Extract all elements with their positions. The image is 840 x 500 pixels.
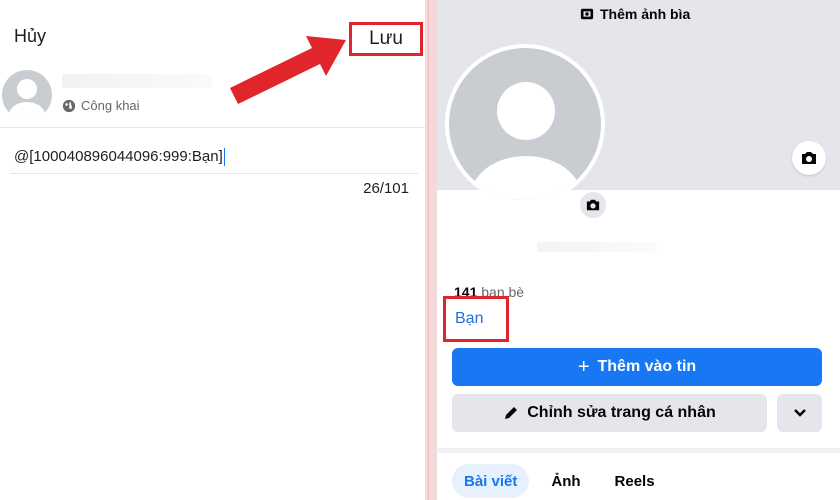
add-to-story-label: Thêm vào tin	[597, 358, 697, 375]
save-label: Lưu	[369, 28, 403, 49]
camera-icon	[802, 152, 816, 164]
add-cover-photo-label: Thêm ảnh bìa	[600, 6, 691, 22]
edit-profile-button[interactable]: Chỉnh sửa trang cá nhân	[452, 394, 767, 432]
nickname-input[interactable]: @[100040896044096:999:Bạn]	[10, 140, 418, 174]
panel-separator	[425, 0, 437, 500]
edit-nickname-panel: Hủy Lưu Công khai @[100040896044096:999:…	[0, 0, 425, 500]
character-counter: 26/101	[363, 180, 409, 197]
plus-icon: +	[577, 355, 590, 378]
globe-icon	[62, 99, 76, 112]
pencil-icon	[505, 407, 518, 419]
profile-panel: Thêm ảnh bìa 141 bạn bè Bạn + Thêm vào t…	[437, 0, 840, 500]
cover-photo-icon	[580, 8, 594, 20]
blurred-name	[62, 74, 212, 88]
red-arrow-icon	[230, 36, 346, 104]
edit-profile-label: Chỉnh sửa trang cá nhân	[527, 404, 716, 421]
tab-posts[interactable]: Bài viết	[452, 464, 530, 498]
section-divider	[437, 448, 840, 453]
nickname-text: Bạn	[455, 310, 484, 327]
cover-camera-button[interactable]	[792, 141, 826, 175]
text-caret	[223, 147, 225, 166]
privacy-selector[interactable]: Công khai	[62, 98, 140, 113]
privacy-label: Công khai	[81, 98, 140, 113]
add-to-story-button[interactable]: + Thêm vào tin	[452, 348, 822, 386]
avatar-camera-button[interactable]	[578, 190, 608, 220]
profile-tabs: Bài viết Ảnh Reels	[452, 464, 667, 498]
profile-avatar[interactable]	[445, 44, 605, 204]
chevron-down-icon	[793, 409, 806, 417]
camera-icon	[586, 199, 600, 211]
divider	[0, 127, 425, 128]
blurred-profile-name	[537, 242, 657, 252]
nickname-display: Bạn	[443, 296, 509, 342]
more-options-button[interactable]	[777, 394, 822, 432]
add-cover-photo-button[interactable]: Thêm ảnh bìa	[580, 6, 690, 22]
nickname-value: @[100040896044096:999:Bạn]	[14, 148, 223, 165]
save-button[interactable]: Lưu	[349, 22, 423, 56]
tab-photos[interactable]: Ảnh	[539, 464, 592, 498]
tab-reels[interactable]: Reels	[603, 464, 667, 498]
cancel-button[interactable]: Hủy	[14, 26, 46, 47]
avatar	[2, 70, 52, 120]
